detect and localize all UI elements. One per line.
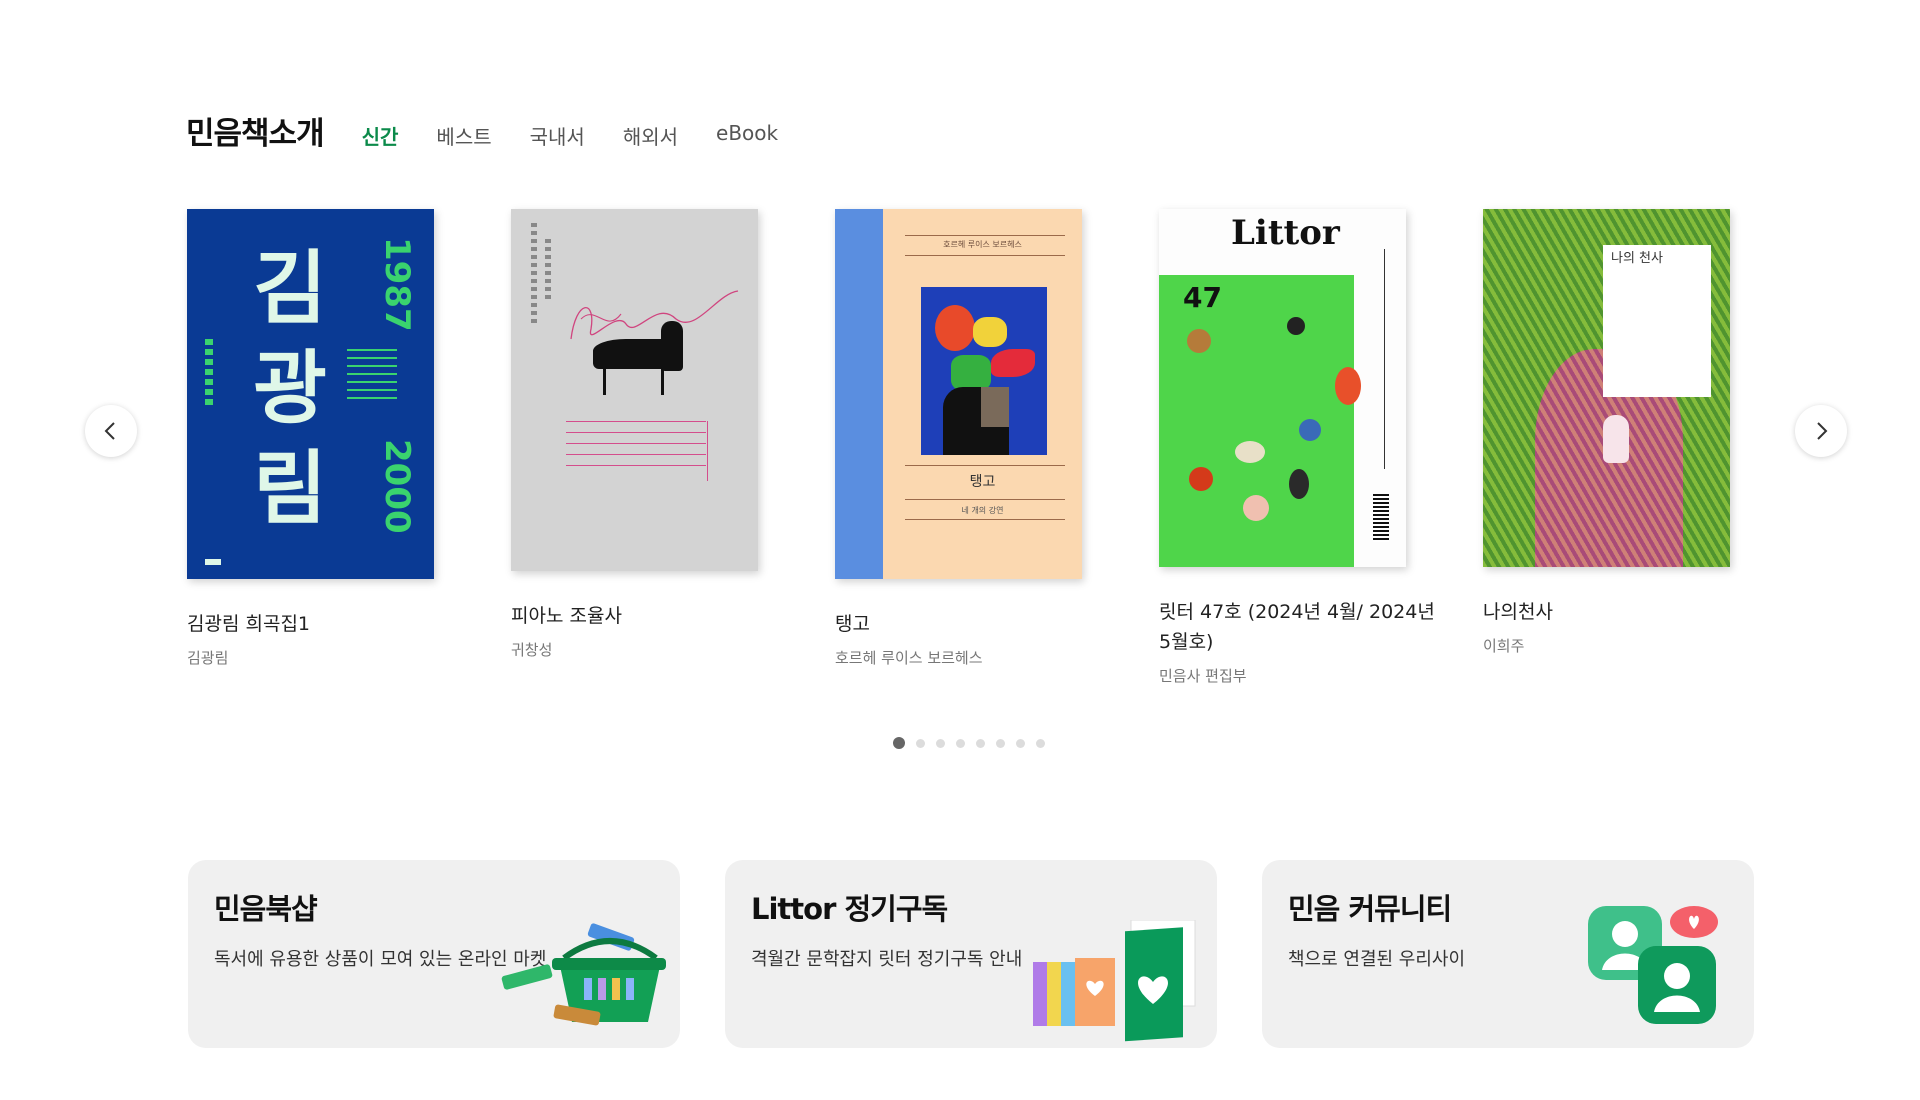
section-header: 민음책소개 신간 베스트 국내서 해외서 eBook (186, 108, 816, 153)
card-description: 책으로 연결된 우리사이 (1288, 949, 1466, 970)
carousel-next-button[interactable] (1795, 405, 1847, 457)
cover-year-start: 1987 (377, 237, 417, 332)
tab-domestic[interactable]: 국내서 (530, 121, 585, 150)
tab-new[interactable]: 신간 (362, 121, 399, 150)
tab-best[interactable]: 베스트 (436, 121, 491, 150)
tab-foreign[interactable]: 해외서 (623, 121, 678, 150)
baby-illustration (1603, 415, 1629, 463)
cover-subtitle: 네 개의 강연 (961, 506, 1004, 515)
card-description: 격월간 문학잡지 릿터 정기구독 안내 (751, 949, 1023, 970)
book-author: 민음사 편집부 (1159, 667, 1247, 685)
cover-artwork (1159, 275, 1354, 567)
subscription-card[interactable]: Littor 정기구독 격월간 문학잡지 릿터 정기구독 안내 (725, 860, 1217, 1048)
community-icon (1588, 906, 1718, 1024)
book-title[interactable]: 김광림 희곡집1 (187, 609, 477, 639)
book-cover[interactable]: Littor 47 (1159, 209, 1406, 567)
book-item[interactable]: 호르헤 루이스 보르헤스 탱고 네 개의 강연 탱고 호르헤 루이스 보르헤스 (835, 209, 1125, 668)
barcode (1373, 494, 1389, 542)
cover-title: 김광림 (253, 242, 327, 535)
magazine-icon (1033, 920, 1196, 1042)
book-item[interactable]: 나의 천사 나의천사 이희주 (1483, 209, 1773, 656)
pagination-dot[interactable] (936, 738, 945, 748)
chevron-right-icon (1817, 422, 1828, 440)
tab-ebook[interactable]: eBook (716, 121, 778, 150)
book-cover[interactable]: 호르헤 루이스 보르헤스 탱고 네 개의 강연 (835, 209, 1082, 579)
book-title[interactable]: 릿터 47호 (2024년 4월/ 2024년 5월호) (1159, 597, 1449, 657)
book-author: 호르헤 루이스 보르헤스 (835, 649, 983, 667)
cover-artwork (921, 287, 1047, 455)
carousel-pagination (893, 737, 1056, 749)
pagination-dot[interactable] (956, 738, 965, 748)
category-tabs: 신간 베스트 국내서 해외서 eBook (362, 121, 817, 150)
cover-author: 호르헤 루이스 보르헤스 (943, 240, 1022, 249)
littor-logo: Littor (1231, 213, 1340, 253)
cover-spine (835, 209, 883, 579)
bookshop-card[interactable]: 민음북샵 독서에 유용한 상품이 모여 있는 온라인 마켓 (188, 860, 680, 1048)
carousel-prev-button[interactable] (85, 405, 137, 457)
book-cover[interactable]: 김광림 1987 2000 (187, 209, 434, 579)
book-cover[interactable] (511, 209, 758, 571)
cover-title: 탱고 (969, 474, 996, 490)
card-title: Littor 정기구독 (751, 892, 948, 926)
pagination-dot[interactable] (1016, 738, 1025, 748)
book-item[interactable]: 김광림 1987 2000 김광림 희곡집1 김광림 (187, 209, 477, 668)
card-title: 민음 커뮤니티 (1288, 892, 1452, 926)
publisher-logo (205, 559, 221, 565)
cover-lines (566, 421, 706, 476)
chevron-left-icon (104, 422, 115, 440)
card-title: 민음북샵 (214, 892, 318, 926)
pagination-dot[interactable] (976, 738, 985, 748)
book-cover[interactable]: 나의 천사 (1483, 209, 1730, 567)
community-card[interactable]: 민음 커뮤니티 책으로 연결된 우리사이 (1262, 860, 1754, 1048)
book-item[interactable]: Littor 47 릿터 47호 (2024년 4월/ 2024년 5월호) 민… (1159, 209, 1449, 686)
cover-blurb (347, 349, 397, 405)
book-title[interactable]: 피아노 조율사 (511, 601, 801, 631)
book-author: 귀창성 (511, 641, 553, 659)
book-title[interactable]: 탱고 (835, 609, 1125, 639)
book-author: 김광림 (187, 649, 229, 667)
pagination-dot[interactable] (916, 738, 925, 748)
pagination-dot[interactable] (893, 737, 905, 749)
cover-issue-number: 47 (1183, 281, 1222, 314)
pagination-dot[interactable] (996, 738, 1005, 748)
cover-year-end: 2000 (377, 439, 417, 534)
section-title: 민음책소개 (186, 116, 325, 152)
cover-spine-text (205, 339, 213, 409)
cover-label: 나의 천사 (1603, 245, 1711, 397)
book-title[interactable]: 나의천사 (1483, 597, 1773, 627)
book-item[interactable]: 피아노 조율사 귀창성 (511, 209, 801, 660)
pagination-dot[interactable] (1036, 738, 1045, 748)
book-author: 이희주 (1483, 637, 1525, 655)
shopping-basket-icon (501, 923, 666, 1026)
cover-title: 나의 천사 (1611, 251, 1663, 266)
